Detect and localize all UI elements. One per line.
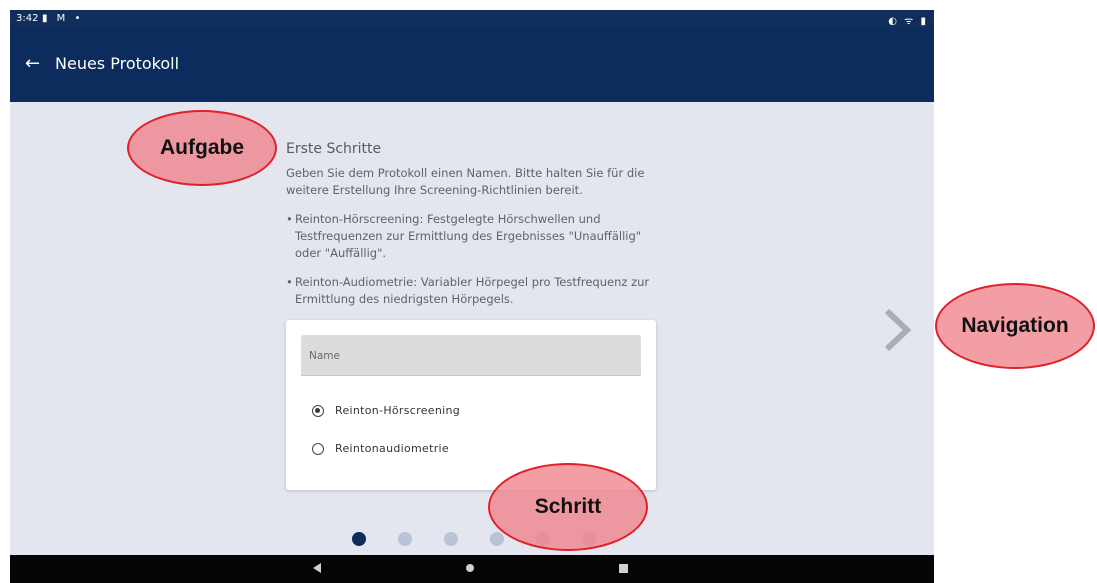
radio-checked-icon[interactable]	[312, 405, 324, 417]
radio-label: Reintonaudiometrie	[335, 442, 449, 455]
bullet-text: Reinton-Audiometrie: Variabler Hörpegel …	[295, 275, 650, 306]
annotation-task: Aufgabe	[127, 110, 277, 186]
bullet-dot: •	[286, 212, 293, 226]
step-intro: Geben Sie dem Protokoll einen Namen. Bit…	[286, 166, 645, 197]
bullet-item: • Reinton-Audiometrie: Variabler Hörpege…	[286, 274, 670, 308]
tablet-screen: 3:42 ▮ M • ◐ ᯤ ▮ ← Neues Protokoll Erste…	[10, 10, 934, 583]
status-time: 3:42	[16, 13, 39, 24]
app-bar: ← Neues Protokoll	[10, 29, 934, 102]
status-system-icons: ◐ ᯤ ▮	[888, 16, 928, 27]
step-dot	[398, 532, 412, 546]
name-input[interactable]: Name	[301, 335, 641, 376]
step-title: Erste Schritte	[286, 141, 382, 157]
page-title: Neues Protokoll	[55, 54, 180, 73]
annotation-navigation: Navigation	[935, 283, 1095, 369]
bullet-dot: •	[286, 275, 293, 289]
radio-label: Reinton-Hörscreening	[335, 404, 461, 417]
chevron-right-icon[interactable]	[880, 307, 914, 353]
bullet-item: • Reinton-Hörscreening: Festgelegte Hörs…	[286, 211, 670, 262]
step-dot	[490, 532, 504, 546]
step-dot	[444, 532, 458, 546]
triangle-back-icon[interactable]	[313, 563, 321, 573]
status-notification-icons: ▮ M •	[42, 13, 84, 24]
name-input-placeholder: Name	[309, 350, 340, 362]
step-dot	[352, 532, 366, 546]
status-bar: 3:42 ▮ M • ◐ ᯤ ▮	[10, 10, 934, 29]
arrow-left-icon[interactable]: ←	[25, 54, 45, 74]
radio-unchecked-icon[interactable]	[312, 443, 324, 455]
circle-home-icon[interactable]	[466, 564, 474, 572]
protocol-form-card: Name Reinton-Hörscreening Reintonaudiome…	[286, 320, 656, 490]
square-recent-icon[interactable]	[619, 564, 628, 573]
bullet-text: Reinton-Hörscreening: Festgelegte Hörsch…	[295, 212, 642, 260]
annotation-step: Schritt	[488, 463, 648, 551]
system-navigation-bar	[10, 555, 934, 583]
